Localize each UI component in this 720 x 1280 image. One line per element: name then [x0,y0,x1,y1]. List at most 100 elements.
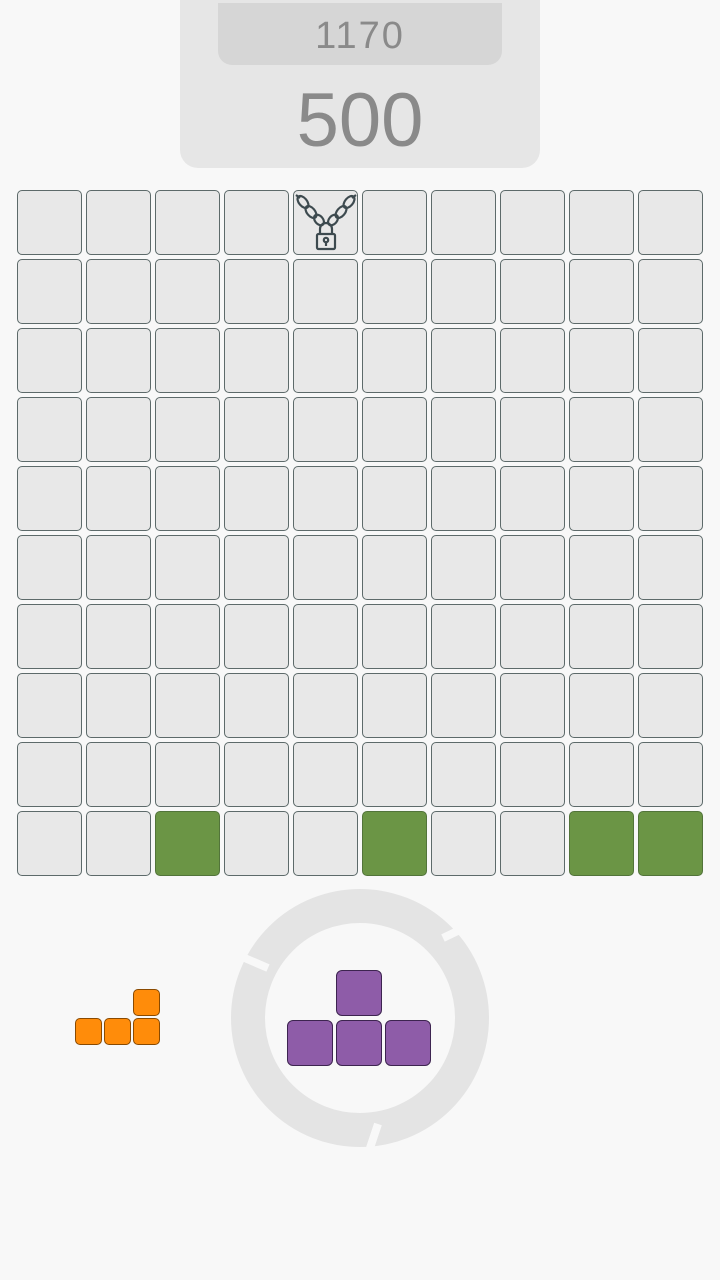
board-cell[interactable] [569,328,634,393]
board-cell[interactable] [224,259,289,324]
board-cell[interactable] [569,259,634,324]
board-cell[interactable] [431,397,496,462]
board-cell[interactable] [569,673,634,738]
board-cell[interactable] [155,604,220,669]
board-cell[interactable] [224,673,289,738]
board-cell[interactable] [431,535,496,600]
board-cell-filled[interactable] [569,811,634,876]
board-cell[interactable] [17,742,82,807]
board-cell[interactable] [17,259,82,324]
board-cell[interactable] [638,535,703,600]
board-cell[interactable] [224,742,289,807]
board-cell[interactable] [569,190,634,255]
board-cell[interactable] [86,259,151,324]
board-cell[interactable] [293,535,358,600]
board-cell[interactable] [431,742,496,807]
board-cell[interactable] [362,604,427,669]
board-cell[interactable] [86,742,151,807]
board-cell[interactable] [362,466,427,531]
board-cell[interactable] [17,535,82,600]
board-cell[interactable] [500,397,565,462]
board-cell[interactable] [431,811,496,876]
board-cell[interactable] [638,328,703,393]
board-cell[interactable] [17,604,82,669]
board-cell[interactable] [638,466,703,531]
board-cell[interactable] [155,742,220,807]
board-cell[interactable] [500,190,565,255]
game-board[interactable] [17,190,703,876]
board-cell[interactable] [569,466,634,531]
board-cell[interactable] [362,328,427,393]
board-cell[interactable] [431,673,496,738]
board-cell[interactable] [362,397,427,462]
board-cell[interactable] [293,259,358,324]
board-cell[interactable] [17,466,82,531]
board-cell[interactable] [224,466,289,531]
board-cell[interactable] [293,397,358,462]
board-cell-locked[interactable] [293,190,358,255]
board-cell[interactable] [155,259,220,324]
board-cell-filled[interactable] [362,811,427,876]
board-cell[interactable] [431,190,496,255]
board-cell[interactable] [569,604,634,669]
board-cell[interactable] [17,190,82,255]
board-cell[interactable] [293,466,358,531]
board-cell[interactable] [155,397,220,462]
board-cell[interactable] [155,535,220,600]
board-cell[interactable] [638,604,703,669]
board-cell[interactable] [362,190,427,255]
board-cell[interactable] [569,742,634,807]
board-cell[interactable] [638,397,703,462]
board-cell[interactable] [500,535,565,600]
board-cell[interactable] [431,466,496,531]
board-cell[interactable] [86,190,151,255]
board-cell[interactable] [362,259,427,324]
board-cell[interactable] [500,328,565,393]
board-cell[interactable] [224,190,289,255]
board-cell[interactable] [362,742,427,807]
board-cell[interactable] [362,673,427,738]
board-cell-filled[interactable] [638,811,703,876]
board-cell[interactable] [86,535,151,600]
board-cell[interactable] [569,397,634,462]
board-cell[interactable] [500,259,565,324]
board-cell[interactable] [155,673,220,738]
board-cell[interactable] [17,397,82,462]
board-cell[interactable] [500,673,565,738]
board-cell[interactable] [431,604,496,669]
board-cell[interactable] [293,673,358,738]
board-cell[interactable] [224,328,289,393]
board-cell[interactable] [569,535,634,600]
board-cell[interactable] [86,397,151,462]
board-cell[interactable] [224,811,289,876]
board-cell[interactable] [638,673,703,738]
board-cell[interactable] [17,328,82,393]
board-cell[interactable] [293,604,358,669]
board-cell[interactable] [638,742,703,807]
board-cell[interactable] [293,811,358,876]
board-cell[interactable] [86,466,151,531]
active-piece-t[interactable] [287,970,434,1068]
board-cell[interactable] [362,535,427,600]
board-cell[interactable] [293,742,358,807]
board-cell[interactable] [17,811,82,876]
board-cell[interactable] [638,190,703,255]
board-cell[interactable] [500,604,565,669]
board-cell[interactable] [155,328,220,393]
board-cell[interactable] [155,190,220,255]
board-cell[interactable] [293,328,358,393]
board-cell[interactable] [17,673,82,738]
board-cell[interactable] [500,742,565,807]
board-cell[interactable] [500,811,565,876]
queued-piece-l[interactable] [75,989,163,1049]
board-cell[interactable] [431,328,496,393]
board-cell[interactable] [86,811,151,876]
board-cell[interactable] [224,535,289,600]
board-cell[interactable] [500,466,565,531]
board-cell[interactable] [224,397,289,462]
board-cell[interactable] [86,604,151,669]
board-cell-filled[interactable] [155,811,220,876]
board-cell[interactable] [224,604,289,669]
board-cell[interactable] [86,673,151,738]
board-cell[interactable] [431,259,496,324]
